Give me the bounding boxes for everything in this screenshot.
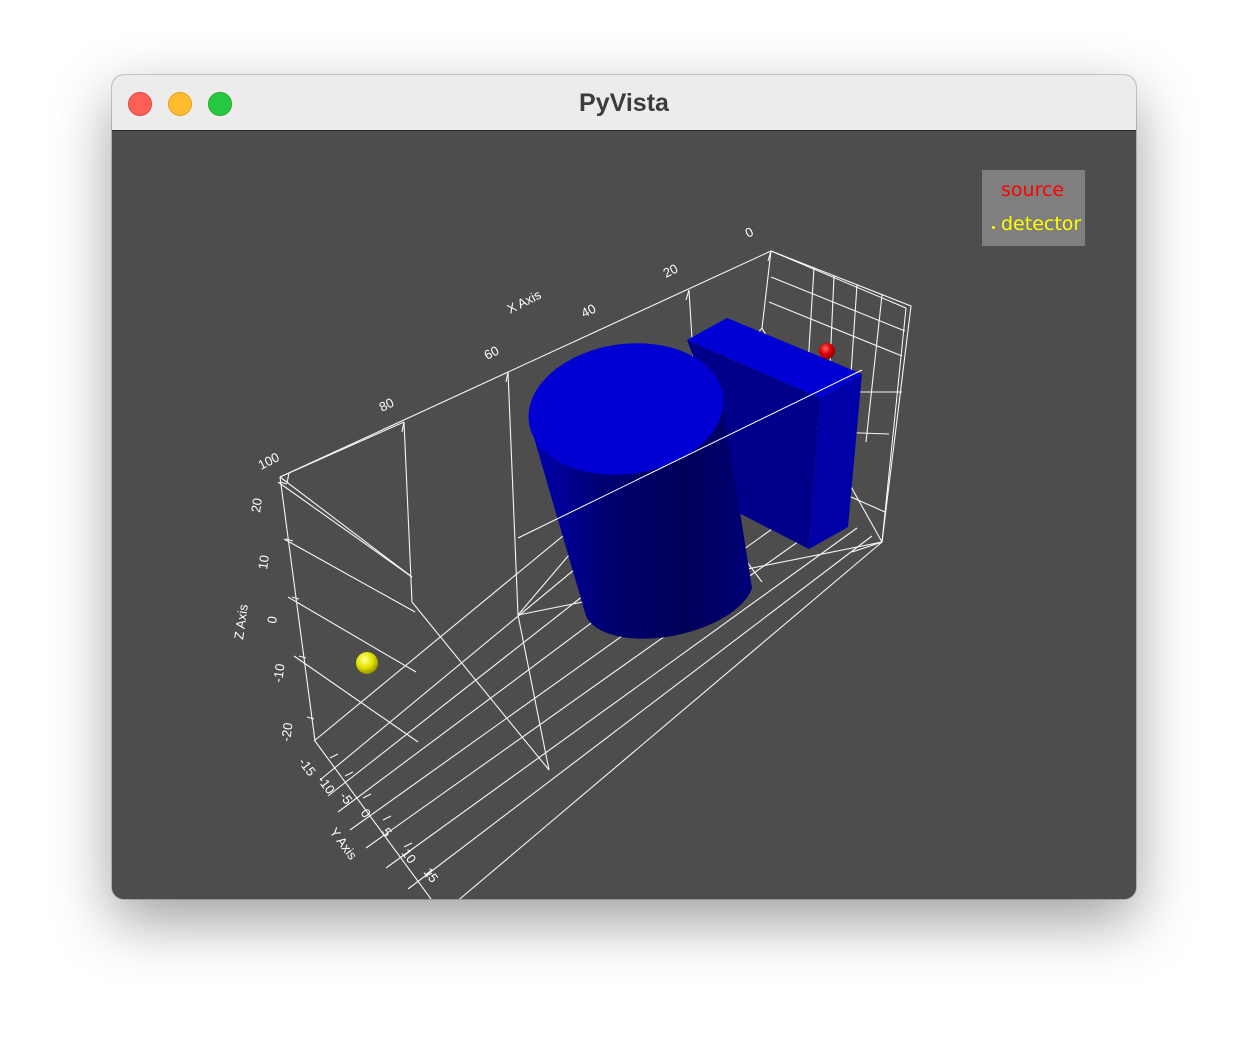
y-tick: 15 — [421, 865, 442, 886]
z-tick: -20 — [278, 722, 295, 743]
z-tick: 20 — [248, 497, 265, 513]
y-tick: 10 — [399, 846, 420, 867]
x-tick: 80 — [377, 395, 397, 415]
x-tick: 60 — [482, 343, 502, 363]
source-marker — [819, 343, 835, 359]
legend-label-source: source — [1001, 179, 1065, 201]
y-tick: -15 — [296, 755, 319, 779]
legend-box: source detector — [982, 170, 1085, 246]
legend-detector-dot — [992, 226, 995, 229]
z-tick: 10 — [255, 554, 272, 570]
z-tick: -10 — [270, 663, 287, 684]
x-tick: 100 — [256, 449, 282, 472]
render-viewport[interactable]: X Axis Y Axis Z Axis 0 20 40 60 80 100 2… — [112, 132, 1136, 899]
x-tick: 40 — [579, 301, 599, 321]
y-axis-title: Y Axis — [327, 825, 361, 863]
z-tick: 0 — [264, 615, 280, 624]
x-tick: 0 — [743, 224, 756, 241]
3d-scene[interactable]: X Axis Y Axis Z Axis 0 20 40 60 80 100 2… — [112, 132, 1136, 899]
y-tick: -10 — [315, 773, 338, 797]
window-title: PyVista — [579, 89, 669, 117]
pyvista-window: PyVista X Axis Y Axis Z Axis 0 20 40 60 … — [112, 75, 1136, 899]
title-bar: PyVista — [112, 75, 1136, 131]
z-axis-title: Z Axis — [231, 603, 251, 641]
detector-marker — [356, 652, 378, 674]
legend-label-detector: detector — [1001, 213, 1082, 235]
x-tick: 20 — [661, 261, 681, 281]
x-axis-title: X Axis — [505, 287, 544, 317]
